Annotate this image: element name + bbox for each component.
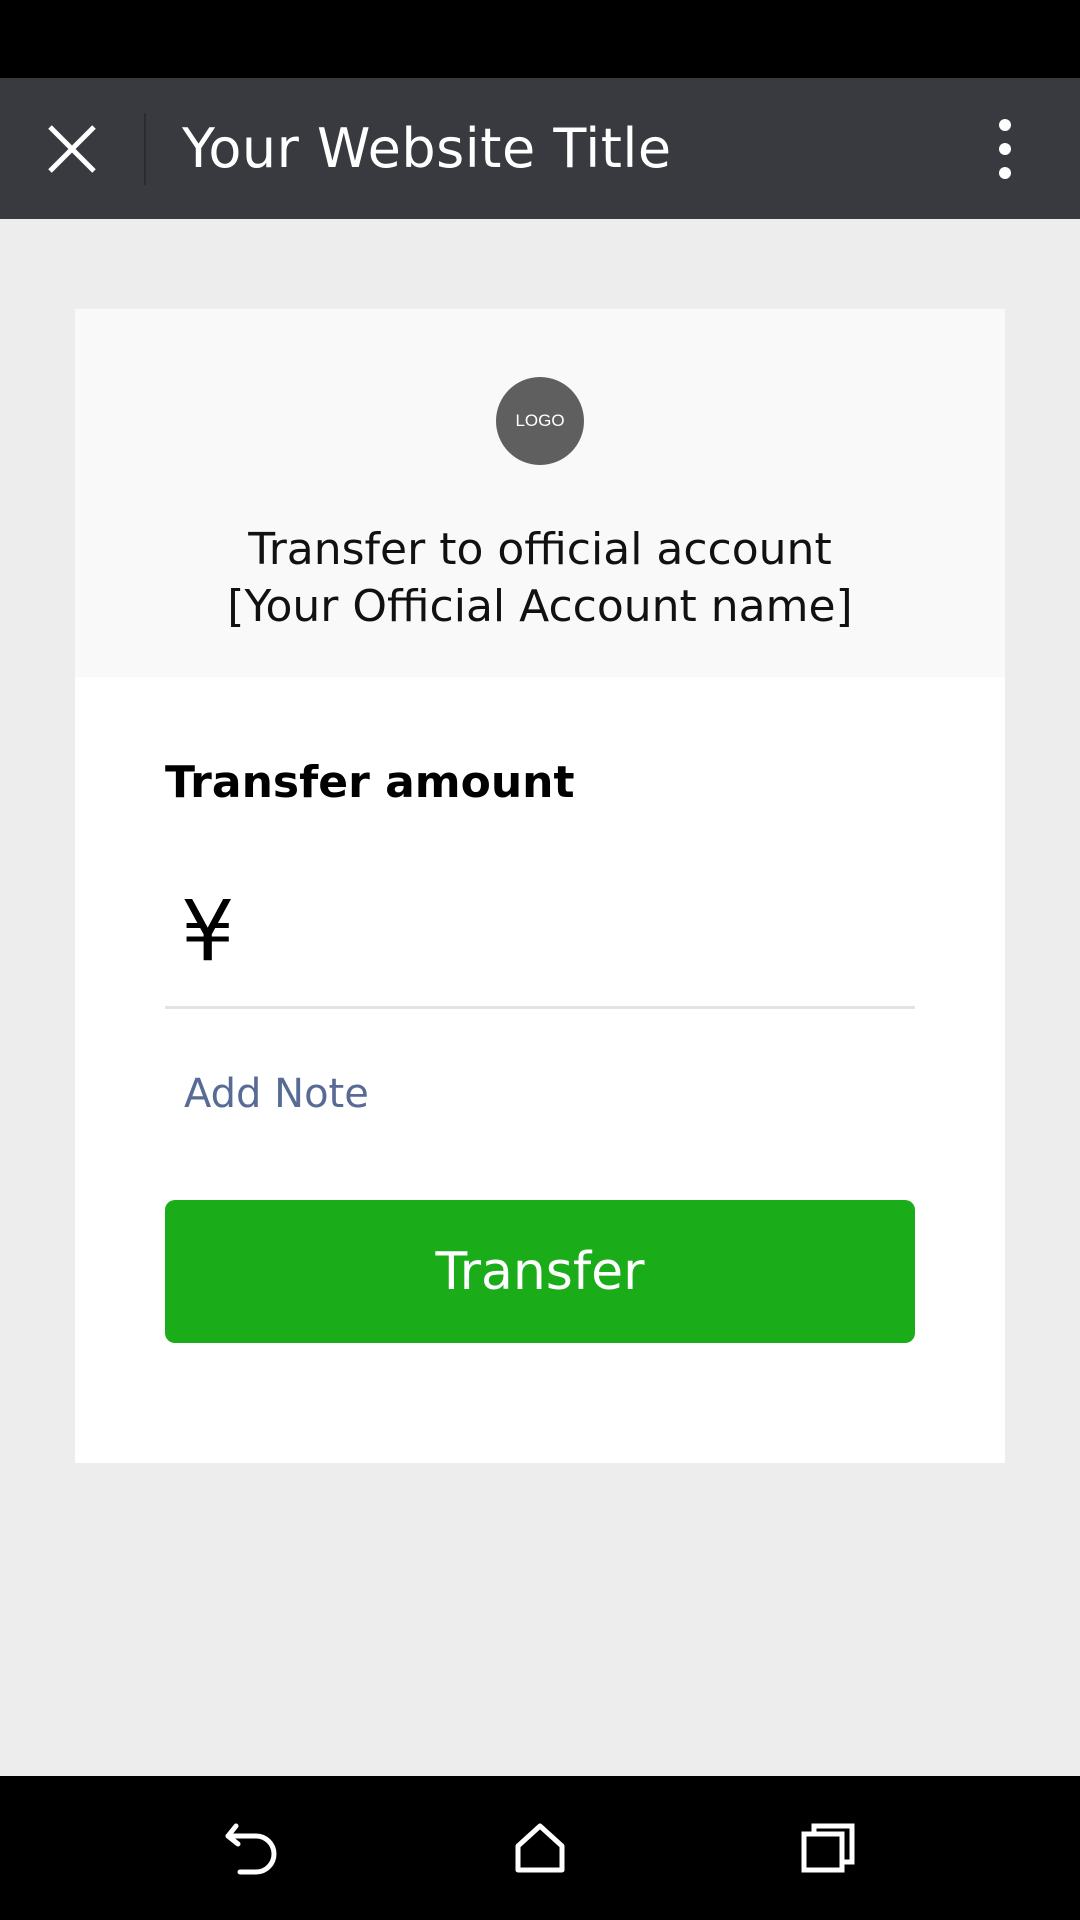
screen: Your Website Title LOGO Transfer to offi…: [0, 0, 1080, 1920]
card-header: LOGO Transfer to official account [Your …: [75, 309, 1005, 677]
title-bar: Your Website Title: [0, 78, 1080, 219]
recipient-info: Transfer to official account [Your Offic…: [75, 521, 1005, 635]
amount-field: ¥: [165, 869, 1080, 1009]
page-title: Your Website Title: [182, 117, 672, 180]
close-button[interactable]: [0, 78, 144, 219]
recipient-line-2: [Your Official Account name]: [227, 581, 853, 632]
back-button[interactable]: [192, 1788, 312, 1908]
recents-icon: [801, 1823, 855, 1873]
currency-symbol: ¥: [181, 881, 235, 980]
amount-label: Transfer amount: [165, 757, 575, 808]
recents-button[interactable]: [768, 1788, 888, 1908]
amount-input[interactable]: [234, 869, 1080, 1006]
home-icon: [515, 1823, 565, 1873]
more-vertical-icon: [999, 118, 1011, 179]
account-logo: LOGO: [496, 377, 584, 465]
close-icon: [48, 124, 96, 173]
title-divider: [144, 112, 146, 185]
back-icon: [225, 1823, 277, 1875]
transfer-button[interactable]: Transfer: [165, 1200, 915, 1343]
recipient-line-1: Transfer to official account: [248, 524, 832, 575]
navigation-bar: [0, 1776, 1080, 1920]
home-button[interactable]: [480, 1788, 600, 1908]
add-note-link[interactable]: Add Note: [184, 1071, 369, 1117]
status-bar: [0, 0, 1080, 78]
transfer-card: LOGO Transfer to official account [Your …: [75, 309, 1080, 1463]
more-options-button[interactable]: [930, 78, 1080, 219]
